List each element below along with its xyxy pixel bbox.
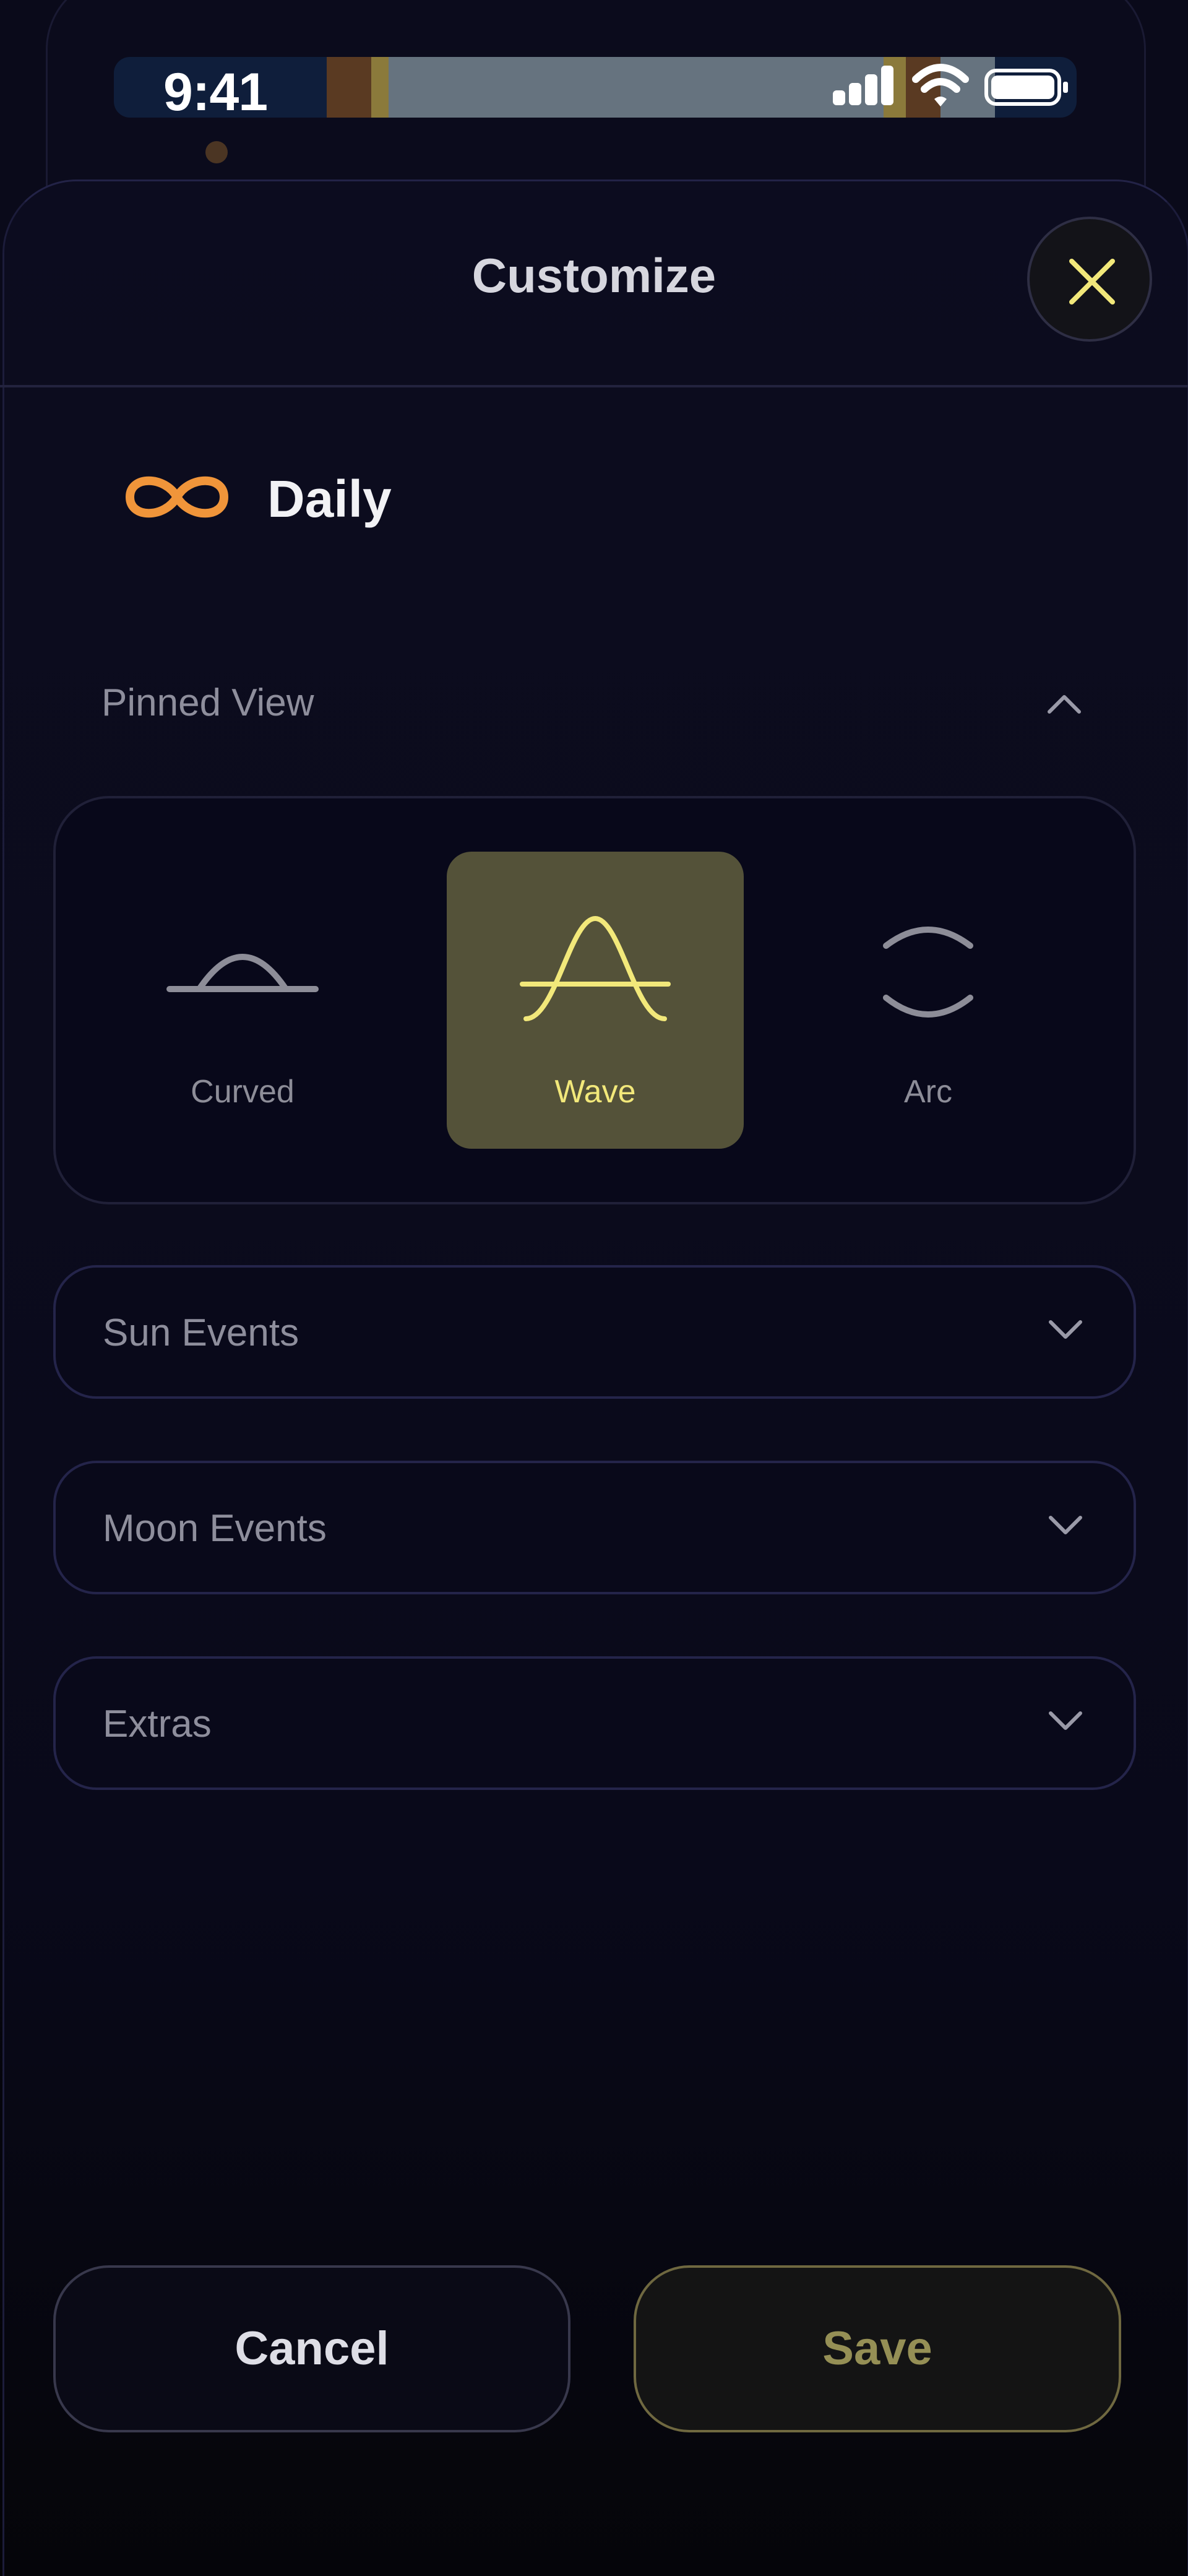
- wifi-icon: [912, 64, 969, 106]
- section-label-sun-events: Sun Events: [103, 1312, 299, 1354]
- pinned-view-header[interactable]: Pinned View: [0, 675, 1188, 737]
- status-bar: 9:41: [114, 57, 1077, 118]
- section-sun-events[interactable]: Sun Events: [53, 1265, 1136, 1399]
- infinity-icon: [126, 476, 228, 518]
- wave-icon: [520, 915, 671, 1021]
- cellular-signal-icon: [833, 66, 893, 105]
- preset-label: Daily: [267, 470, 392, 528]
- save-button[interactable]: Save: [634, 2265, 1121, 2432]
- chevron-down-icon: [1049, 1711, 1082, 1730]
- arc-icon: [883, 927, 973, 1018]
- header-divider: [0, 385, 1188, 387]
- chevron-up-icon: [1048, 695, 1081, 714]
- option-wave[interactable]: Wave: [447, 852, 744, 1149]
- camera-dot: [205, 141, 228, 163]
- cancel-button[interactable]: Cancel: [53, 2265, 570, 2432]
- section-moon-events[interactable]: Moon Events: [53, 1461, 1136, 1594]
- battery-icon: [984, 69, 1068, 106]
- chevron-down-icon: [1049, 1516, 1082, 1534]
- pinned-view-label: Pinned View: [101, 681, 314, 724]
- status-time: 9:41: [163, 63, 268, 118]
- option-label-arc: Arc: [904, 1074, 952, 1110]
- status-icons: [829, 57, 1077, 118]
- curved-icon: [166, 954, 319, 992]
- chevron-down-icon: [1049, 1320, 1082, 1339]
- section-extras[interactable]: Extras: [53, 1656, 1136, 1790]
- section-label-extras: Extras: [103, 1703, 212, 1745]
- option-label-curved: Curved: [191, 1074, 295, 1110]
- screen: 9:41 Customize Daily Pinned View Curved …: [0, 0, 1188, 2576]
- option-label-wave: Wave: [554, 1074, 636, 1110]
- sheet-title: Customize: [471, 248, 717, 303]
- pinned-view-options: Curved Wave Arc: [53, 796, 1136, 1204]
- close-button[interactable]: [1027, 217, 1152, 342]
- option-curved[interactable]: Curved: [94, 852, 391, 1149]
- section-label-moon-events: Moon Events: [103, 1507, 327, 1550]
- option-arc[interactable]: Arc: [780, 852, 1077, 1149]
- close-icon: [1069, 259, 1115, 305]
